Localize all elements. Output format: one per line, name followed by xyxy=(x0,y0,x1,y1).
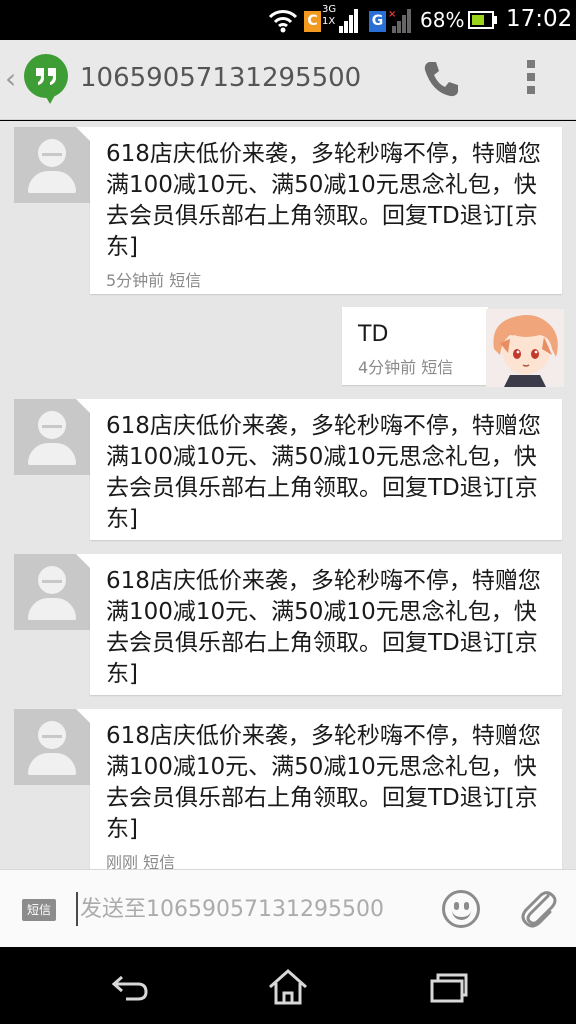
hangouts-logo-tail xyxy=(42,90,58,104)
system-navigation-bar xyxy=(0,947,576,1024)
message-text: TD xyxy=(358,322,389,347)
incoming-message-bubble[interactable]: 618店庆低价来袭，多轮秒嗨不停，特赠您满100减10元、满50减10元思念礼包… xyxy=(76,554,562,695)
incoming-message-bubble[interactable]: 618店庆低价来袭，多轮秒嗨不停，特赠您满100减10元、满50减10元思念礼包… xyxy=(76,709,562,869)
sms-mode-badge[interactable]: 短信 xyxy=(22,899,56,921)
battery-icon xyxy=(468,11,494,29)
phone-icon[interactable] xyxy=(420,58,462,100)
signal-strength-icon xyxy=(339,9,358,33)
quote-marks-icon xyxy=(36,68,56,85)
my-avatar-icon[interactable] xyxy=(486,309,564,387)
incoming-message-bubble[interactable]: 618店庆低价来袭，多轮秒嗨不停，特赠您满100减10元、满50减10元思念礼包… xyxy=(76,399,562,540)
back-icon[interactable] xyxy=(106,967,150,1007)
message-meta: 刚刚 短信 xyxy=(106,853,176,869)
message-text: 618店庆低价来袭，多轮秒嗨不停，特赠您满100减10元、满50减10元思念礼包… xyxy=(106,568,541,687)
battery-percent: 68% xyxy=(420,8,465,32)
svg-text:×: × xyxy=(388,9,396,20)
home-icon[interactable] xyxy=(266,967,310,1007)
clock: 17:02 xyxy=(506,6,573,32)
status-bar: C 3G 1X G × 68% 17:02 xyxy=(0,0,576,40)
paperclip-icon[interactable] xyxy=(518,888,558,930)
carrier-badge-c: C xyxy=(304,11,321,32)
compose-bar: 短信 xyxy=(0,869,576,947)
carrier-badge-g: G xyxy=(369,11,386,32)
battery-tip xyxy=(494,16,497,24)
signal-strength-2-icon: × xyxy=(388,9,411,33)
up-navigation-icon[interactable]: ‹ xyxy=(5,62,16,95)
message-meta: 4分钟前 短信 xyxy=(358,358,454,377)
smiley-icon[interactable] xyxy=(442,890,480,928)
message-text: 618店庆低价来袭，多轮秒嗨不停，特赠您满100减10元、满50减10元思念礼包… xyxy=(106,141,541,260)
wifi-icon xyxy=(268,10,298,33)
battery-level-fill xyxy=(472,15,485,25)
outgoing-message-bubble[interactable]: TD 4分钟前 短信 xyxy=(342,307,488,385)
incoming-message-bubble[interactable]: 618店庆低价来袭，多轮秒嗨不停，特赠您满100减10元、满50减10元思念礼包… xyxy=(76,127,562,294)
action-bar: ‹ 10659057131295500 xyxy=(0,40,576,120)
network-type-bottom: 1X xyxy=(322,16,336,27)
overflow-menu-icon[interactable] xyxy=(520,58,542,100)
network-type-top: 3G xyxy=(322,4,337,15)
recents-icon[interactable] xyxy=(426,967,470,1007)
message-text: 618店庆低价来袭，多轮秒嗨不停，特赠您满100减10元、满50减10元思念礼包… xyxy=(106,723,541,842)
text-cursor xyxy=(76,892,78,926)
message-input[interactable] xyxy=(80,892,410,926)
message-list[interactable]: 618店庆低价来袭，多轮秒嗨不停，特赠您满100减10元、满50减10元思念礼包… xyxy=(0,121,576,869)
message-meta: 5分钟前 短信 xyxy=(106,271,202,290)
network-type: 3G 1X xyxy=(322,4,336,28)
conversation-title: 10659057131295500 xyxy=(80,63,362,93)
message-text: 618店庆低价来袭，多轮秒嗨不停，特赠您满100减10元、满50减10元思念礼包… xyxy=(106,413,541,532)
